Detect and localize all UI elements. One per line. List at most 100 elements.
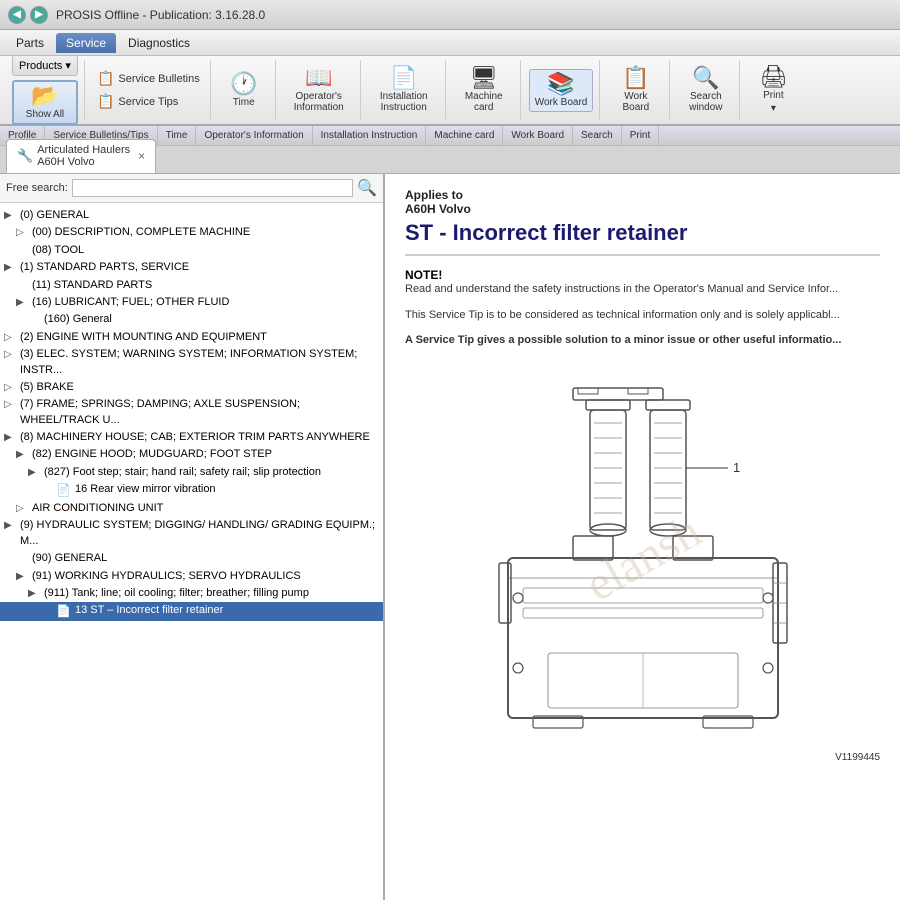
service-tips-icon: 📋	[97, 93, 114, 110]
selected-tree-label: 13 ST – Incorrect filter retainer	[75, 603, 223, 618]
installation-button[interactable]: 📄 InstallationInstruction	[369, 64, 439, 116]
tree-item-t8b1a[interactable]: 📄 13 ST – Incorrect filter retainer	[0, 602, 383, 621]
tree-item-t1a[interactable]: ▷ (00) DESCRIPTION, COMPLETE MACHINE	[0, 224, 383, 241]
service-bulletins-label: Service Bulletins	[118, 73, 199, 85]
print-icon: 🖨	[759, 66, 787, 88]
show-all-label: Show All	[26, 109, 64, 120]
installation-icon: 📄	[390, 67, 417, 89]
svg-text:1: 1	[733, 460, 740, 475]
show-all-button[interactable]: 📂 Show All	[12, 80, 78, 125]
service-submenu: 📋 Service Bulletins 📋 Service Tips	[93, 66, 204, 114]
tree-item-t1[interactable]: ▶ (0) GENERAL	[0, 207, 383, 224]
tree-item-t8[interactable]: ▶ (9) HYDRAULIC SYSTEM; DIGGING/ HANDLIN…	[0, 517, 383, 550]
section-search: Search	[573, 126, 622, 145]
machine-card-label: Machinecard	[465, 91, 503, 113]
tree-item-t8a[interactable]: (90) GENERAL	[0, 550, 383, 567]
tab-label: Articulated Haulers A60H Volvo	[37, 144, 130, 168]
tab-bar: 🔧 Articulated Haulers A60H Volvo ×	[0, 146, 900, 174]
tree-item-t3[interactable]: ▷ (2) ENGINE WITH MOUNTING AND EQUIPMENT	[0, 329, 383, 346]
applies-to-label: Applies to	[405, 188, 880, 202]
operators-info-button[interactable]: 📖 Operator'sInformation	[284, 64, 354, 116]
menu-parts[interactable]: Parts	[6, 33, 54, 53]
toolbar-group-search: 🔍 Searchwindow	[672, 60, 740, 120]
search-window-label: Searchwindow	[689, 91, 722, 113]
menu-service[interactable]: Service	[56, 33, 116, 53]
service-bulletins-icon: 📋	[97, 70, 114, 87]
file-icon-t8b1a: 📄	[56, 603, 71, 620]
work-board-icon: 📋	[622, 67, 649, 89]
main-area: Free search: 🔍 ▶ (0) GENERAL ▷ (00) DESC…	[0, 174, 900, 900]
toolbar: Products ▾ 📂 Show All 📋 Service Bulletin…	[0, 56, 900, 126]
tree-item-t2[interactable]: ▶ (1) STANDARD PARTS, SERVICE	[0, 259, 383, 276]
applies-to: Applies to A60H Volvo	[405, 188, 880, 216]
document-title: ST - Incorrect filter retainer	[405, 220, 880, 256]
search-label: Free search:	[6, 182, 68, 194]
section-work-board: Work Board	[503, 126, 573, 145]
applies-to-value: A60H Volvo	[405, 202, 880, 216]
toolbar-group-installation: 📄 InstallationInstruction	[363, 60, 446, 120]
toolbar-group-print: 🖨 Print ▾	[742, 60, 804, 120]
note-label: NOTE!	[405, 268, 880, 282]
menu-diagnostics[interactable]: Diagnostics	[118, 33, 200, 53]
dropdown-icon: ▾	[65, 59, 71, 72]
tree-item-t2b1[interactable]: (160) General	[0, 311, 383, 328]
machine-card-button[interactable]: 🖥 Machinecard	[454, 64, 514, 116]
time-label: Time	[233, 97, 255, 108]
section-operators: Operator's Information	[196, 126, 312, 145]
tree-item-t7b[interactable]: ▷ AIR CONDITIONING UNIT	[0, 500, 383, 517]
tab-a60h[interactable]: 🔧 Articulated Haulers A60H Volvo ×	[6, 139, 156, 173]
toolbar-group-workboard: 📋 WorkBoard	[602, 60, 670, 120]
back-button[interactable]: ◀	[8, 6, 26, 24]
menu-bar: Parts Service Diagnostics	[0, 30, 900, 56]
tree-item-t5[interactable]: ▷ (5) BRAKE	[0, 379, 383, 396]
tip-text: This Service Tip is to be considered as …	[405, 307, 880, 324]
toolbar-group-library: 📚 Work Board	[523, 60, 601, 120]
file-icon-t7a1a: 📄	[56, 482, 71, 499]
show-all-icon: 📂	[31, 85, 58, 107]
print-dropdown-icon: ▾	[771, 103, 776, 114]
forward-button[interactable]: ▶	[30, 6, 48, 24]
service-tips-label: Service Tips	[118, 96, 178, 108]
window-controls: ◀ ▶	[8, 6, 48, 24]
toolbar-group-service: 📋 Service Bulletins 📋 Service Tips	[87, 60, 211, 120]
search-bar: Free search: 🔍	[0, 174, 383, 203]
service-tips-item[interactable]: 📋 Service Tips	[93, 91, 204, 112]
tree-item-t7a1a[interactable]: 📄 16 Rear view mirror vibration	[0, 481, 383, 500]
print-button[interactable]: 🖨 Print ▾	[748, 63, 798, 117]
left-panel: Free search: 🔍 ▶ (0) GENERAL ▷ (00) DESC…	[0, 174, 385, 900]
products-button[interactable]: Products ▾	[12, 55, 78, 76]
time-button[interactable]: 🕐 Time	[219, 70, 269, 111]
diagram-svg: 1	[418, 368, 868, 748]
work-board-button[interactable]: 📋 WorkBoard	[608, 64, 663, 116]
print-label: Print	[763, 90, 784, 101]
right-panel: Applies to A60H Volvo ST - Incorrect fil…	[385, 174, 900, 900]
search-input[interactable]	[72, 179, 353, 197]
toolbar-group-time: 🕐 Time	[213, 60, 276, 120]
tree-item-t7[interactable]: ▶ (8) MACHINERY HOUSE; CAB; EXTERIOR TRI…	[0, 429, 383, 446]
tree-item-t4[interactable]: ▷ (3) ELEC. SYSTEM; WARNING SYSTEM; INFO…	[0, 346, 383, 379]
tree-item-t6[interactable]: ▷ (7) FRAME; SPRINGS; DAMPING; AXLE SUSP…	[0, 396, 383, 429]
tree-item-t1b[interactable]: (08) TOOL	[0, 242, 383, 259]
tree-item-t7a[interactable]: ▶ (82) ENGINE HOOD; MUDGUARD; FOOT STEP	[0, 446, 383, 463]
diagram-caption: V1199445	[405, 752, 880, 763]
toolbar-group-operators: 📖 Operator'sInformation	[278, 60, 361, 120]
tree-item-t8b[interactable]: ▶ (91) WORKING HYDRAULICS; SERVO HYDRAUL…	[0, 568, 383, 585]
title-bar: ◀ ▶ PROSIS Offline - Publication: 3.16.2…	[0, 0, 900, 30]
service-bulletins-item[interactable]: 📋 Service Bulletins	[93, 68, 204, 89]
section-machine-card: Machine card	[426, 126, 503, 145]
section-time: Time	[158, 126, 197, 145]
tree-item-t7a1[interactable]: ▶ (827) Foot step; stair; hand rail; saf…	[0, 464, 383, 481]
diagram-area: 1	[405, 368, 880, 748]
library-button[interactable]: 📚 Work Board	[529, 69, 594, 112]
operators-info-icon: 📖	[305, 67, 332, 89]
library-label: Work Board	[535, 97, 588, 108]
search-window-button[interactable]: 🔍 Searchwindow	[678, 64, 733, 116]
toolbar-group-machine: 🖥 Machinecard	[448, 60, 521, 120]
tree-item-t8b1[interactable]: ▶ (911) Tank; line; oil cooling; filter;…	[0, 585, 383, 602]
note-text: Read and understand the safety instructi…	[405, 282, 880, 297]
search-icon[interactable]: 🔍	[357, 178, 377, 198]
tree-item-t2a[interactable]: (11) STANDARD PARTS	[0, 277, 383, 294]
section-installation: Installation Instruction	[313, 126, 427, 145]
tree-item-t2b[interactable]: ▶ (16) LUBRICANT; FUEL; OTHER FLUID	[0, 294, 383, 311]
tab-close-button[interactable]: ×	[138, 149, 145, 163]
